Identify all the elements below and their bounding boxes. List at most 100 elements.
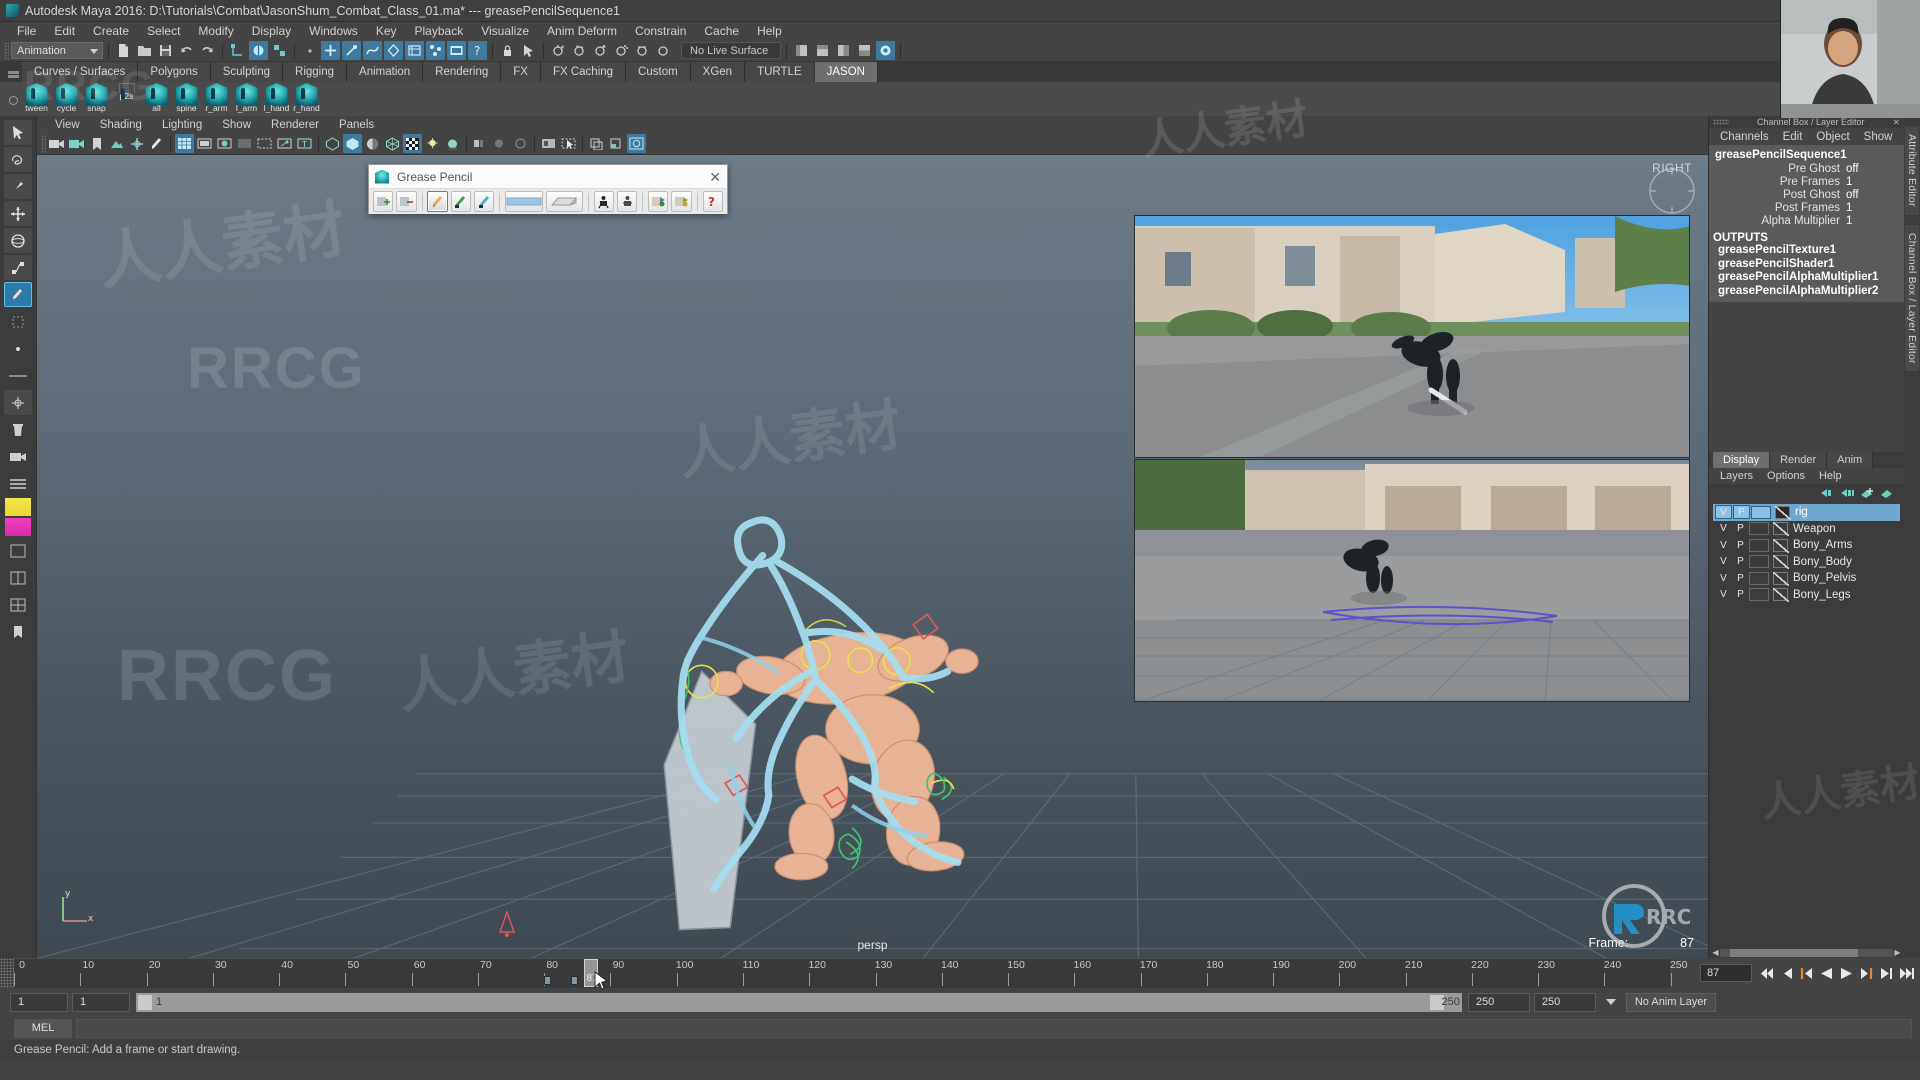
shelf-tab-animation[interactable]: Animation bbox=[347, 62, 424, 82]
layer-display-type-box[interactable] bbox=[1749, 571, 1769, 585]
save-scene-icon[interactable] bbox=[156, 41, 175, 60]
panel-menu-view[interactable]: View bbox=[45, 119, 90, 131]
blur-level-icon[interactable] bbox=[491, 134, 510, 153]
shelf-tab-rendering[interactable]: Rendering bbox=[423, 62, 502, 82]
layer-display-type-box[interactable] bbox=[1749, 538, 1769, 552]
channelbox-menu-edit[interactable]: Edit bbox=[1776, 131, 1810, 143]
move-tool-button[interactable] bbox=[4, 201, 32, 226]
menu-set-dropdown[interactable]: Animation bbox=[11, 42, 103, 59]
layer-name[interactable]: Weapon bbox=[1793, 523, 1836, 535]
play-forwards-button[interactable] bbox=[1838, 965, 1854, 981]
step-forward-key-button[interactable] bbox=[1858, 965, 1874, 981]
menu-windows[interactable]: Windows bbox=[300, 22, 367, 40]
menu-constrain[interactable]: Constrain bbox=[626, 22, 695, 40]
snap-view-plane-icon[interactable] bbox=[633, 41, 652, 60]
move-layer-down-icon[interactable] bbox=[1840, 487, 1854, 499]
layer-playback-toggle[interactable]: P bbox=[1732, 555, 1749, 568]
layer-visibility-toggle[interactable]: V bbox=[1715, 539, 1732, 552]
scroll-left-arrow-icon[interactable]: ◀ bbox=[1711, 948, 1720, 957]
channel-value[interactable]: 1 bbox=[1846, 202, 1902, 215]
output-item[interactable]: greasePencilShader1 bbox=[1709, 258, 1904, 272]
mask-rendering-icon[interactable] bbox=[447, 41, 466, 60]
layer-visibility-toggle[interactable]: V bbox=[1715, 505, 1732, 520]
shelf-button-snap[interactable]: snap bbox=[82, 82, 111, 116]
remove-frame-icon[interactable] bbox=[396, 191, 417, 212]
smooth-shading-icon[interactable] bbox=[343, 134, 362, 153]
select-object-icon[interactable] bbox=[249, 41, 268, 60]
layer-playback-toggle[interactable]: P bbox=[1732, 522, 1749, 535]
show-render-view-icon[interactable] bbox=[876, 41, 895, 60]
help-icon[interactable]: ? bbox=[702, 191, 723, 212]
reference-video-pane-bottom[interactable] bbox=[1134, 459, 1690, 702]
panel-menu-renderer[interactable]: Renderer bbox=[261, 119, 329, 131]
animation-start-field[interactable]: 1 bbox=[10, 992, 68, 1012]
layer-color-swatch[interactable] bbox=[1773, 571, 1789, 586]
channelbox-menu-channels[interactable]: Channels bbox=[1713, 131, 1776, 143]
image-plane-icon[interactable] bbox=[107, 134, 126, 153]
channelbox-menu-show[interactable]: Show bbox=[1857, 131, 1900, 143]
channel-row[interactable]: Alpha Multiplier 1 bbox=[1709, 215, 1904, 228]
gamma-icon[interactable] bbox=[607, 134, 626, 153]
menu-select[interactable]: Select bbox=[138, 22, 189, 40]
duplicate-frame-icon[interactable] bbox=[671, 191, 692, 212]
texture-border-icon[interactable]: T bbox=[295, 134, 314, 153]
view-transform-icon[interactable] bbox=[627, 134, 646, 153]
soft-brush-icon[interactable] bbox=[473, 191, 495, 212]
layer-row-weapon[interactable]: V P Weapon bbox=[1713, 521, 1900, 538]
isolate-select-add-icon[interactable] bbox=[559, 134, 578, 153]
mask-deformations-icon[interactable] bbox=[405, 41, 424, 60]
menu-edit[interactable]: Edit bbox=[45, 22, 84, 40]
panel-menu-shading[interactable]: Shading bbox=[90, 119, 152, 131]
layer-display-type-box[interactable] bbox=[1751, 505, 1771, 519]
snap-grid-icon[interactable] bbox=[549, 41, 568, 60]
snap-curve-icon[interactable] bbox=[570, 41, 589, 60]
new-scene-icon[interactable] bbox=[114, 41, 133, 60]
layout-single-icon[interactable] bbox=[4, 538, 32, 563]
shelf-tab-custom[interactable]: Custom bbox=[626, 62, 691, 82]
snap-live-icon[interactable] bbox=[654, 41, 673, 60]
go-to-end-button[interactable] bbox=[1898, 965, 1914, 981]
shelf-tab-polygons[interactable]: Polygons bbox=[138, 62, 211, 82]
shelf-button-spine[interactable]: spine bbox=[172, 82, 201, 116]
shelf-options-icon[interactable] bbox=[4, 82, 22, 118]
layer-name[interactable]: Bony_Legs bbox=[1793, 589, 1851, 601]
layer-name[interactable]: Bony_Pelvis bbox=[1793, 572, 1856, 584]
mask-joints-icon[interactable] bbox=[342, 41, 361, 60]
shelf-button-l-arm[interactable]: l_arm bbox=[232, 82, 261, 116]
textured-shading-icon[interactable] bbox=[383, 134, 402, 153]
layer-playback-toggle[interactable]: P bbox=[1732, 588, 1749, 601]
shelf-tab-curves-surfaces[interactable]: Curves / Surfaces bbox=[22, 62, 139, 82]
shelf-button-tween[interactable]: tween bbox=[22, 82, 51, 116]
menu-visualize[interactable]: Visualize bbox=[472, 22, 538, 40]
statusline-grip[interactable] bbox=[4, 41, 9, 60]
blank-frame-icon[interactable] bbox=[648, 191, 669, 212]
shelf-button-p2s[interactable]: p2s bbox=[112, 82, 141, 116]
layer-name[interactable]: Bony_Arms bbox=[1793, 539, 1852, 551]
command-language-tab[interactable]: MEL bbox=[14, 1018, 72, 1038]
close-icon[interactable]: ✕ bbox=[709, 170, 721, 184]
layer-menu-layers[interactable]: Layers bbox=[1713, 470, 1760, 482]
bookmark-icon[interactable] bbox=[87, 134, 106, 153]
menu-display[interactable]: Display bbox=[243, 22, 300, 40]
animation-end-field[interactable]: 250 bbox=[1533, 992, 1596, 1012]
layer-color-swatch[interactable] bbox=[1773, 588, 1789, 603]
shelf-tab-jason[interactable]: JASON bbox=[814, 62, 878, 82]
keyframe-marker[interactable] bbox=[570, 976, 578, 985]
layer-row-bony-arms[interactable]: V P Bony_Arms bbox=[1713, 537, 1900, 554]
command-input[interactable] bbox=[76, 1018, 1912, 1038]
shelf-tab-xgen[interactable]: XGen bbox=[690, 62, 746, 82]
shaded-wire-icon[interactable] bbox=[363, 134, 382, 153]
grease-pencil-icon[interactable] bbox=[147, 134, 166, 153]
layer-row-bony-body[interactable]: V P Bony_Body bbox=[1713, 554, 1900, 571]
shelf-tab-rigging[interactable]: Rigging bbox=[283, 62, 348, 82]
ghost-before-icon[interactable] bbox=[593, 191, 615, 212]
layout-two-icon[interactable] bbox=[4, 565, 32, 590]
layer-name[interactable]: rig bbox=[1795, 506, 1808, 518]
layout-four-icon[interactable] bbox=[4, 592, 32, 617]
undo-icon[interactable] bbox=[177, 41, 196, 60]
motion-blur-icon[interactable] bbox=[471, 134, 490, 153]
resolution-gate-icon[interactable] bbox=[215, 134, 234, 153]
panel-menu-panels[interactable]: Panels bbox=[329, 119, 384, 131]
grid-toggle-icon[interactable] bbox=[175, 134, 194, 153]
mask-misc-icon[interactable]: ? bbox=[468, 41, 487, 60]
